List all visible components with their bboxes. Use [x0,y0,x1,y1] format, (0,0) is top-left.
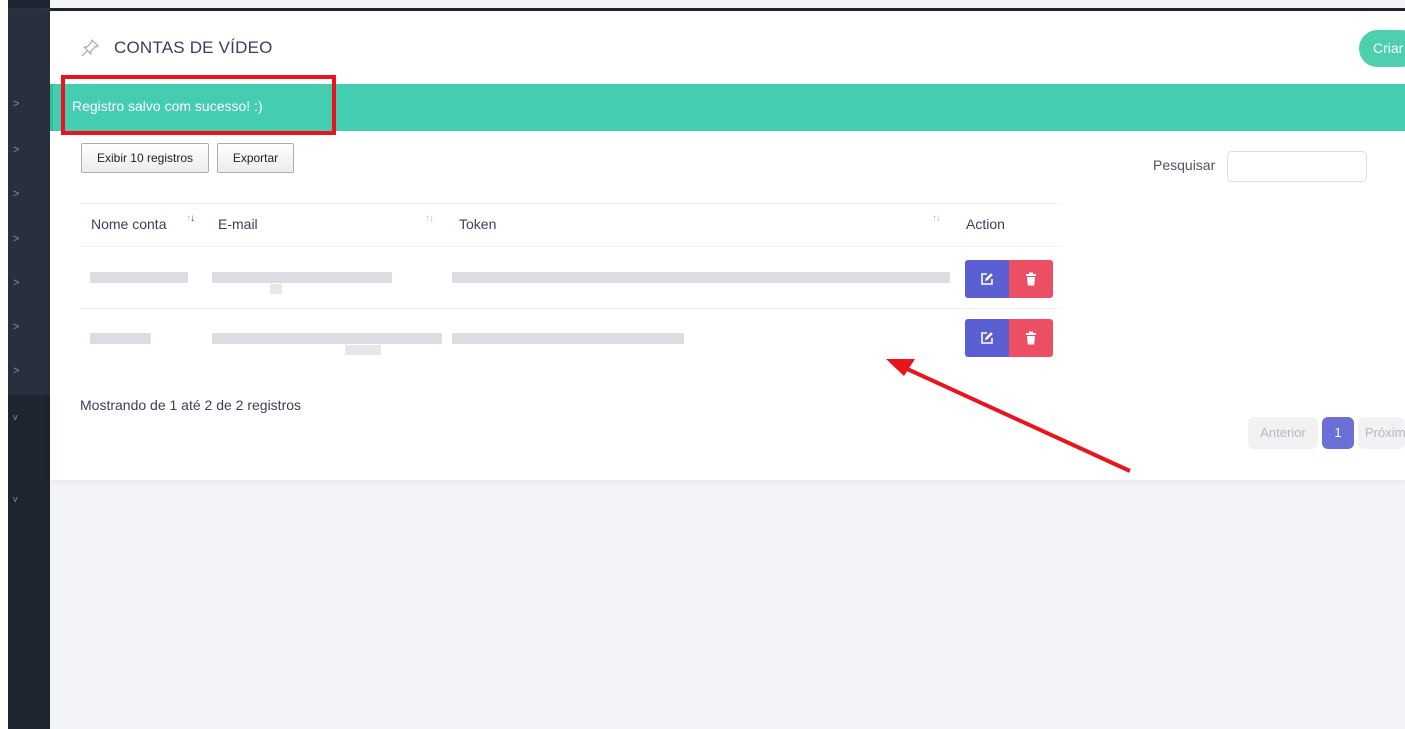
annotation-arrow [886,359,1131,473]
